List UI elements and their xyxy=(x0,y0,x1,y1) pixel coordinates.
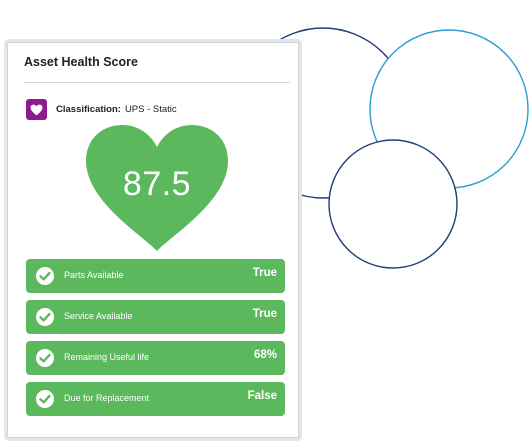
metric-value: False xyxy=(247,390,277,402)
metric-service-available: Service Available True xyxy=(26,300,285,334)
divider xyxy=(24,82,290,83)
check-circle-icon xyxy=(36,308,54,326)
health-score-value: 87.5 xyxy=(122,165,192,203)
metric-remaining-useful-life: Remaining Useful life 68% xyxy=(26,341,285,375)
check-circle-icon xyxy=(36,349,54,367)
card-title: Asset Health Score xyxy=(24,55,138,69)
heart-badge-icon xyxy=(26,99,47,120)
health-score-heart: 87.5 xyxy=(84,123,230,253)
classification-value: UPS - Static xyxy=(124,104,177,115)
circle-dark-bottom xyxy=(328,139,458,269)
check-circle-icon xyxy=(36,267,54,285)
check-circle-icon xyxy=(36,390,54,408)
metric-value: True xyxy=(252,267,277,279)
metric-label: Due for Replacement xyxy=(64,393,150,403)
metric-label: Remaining Useful life xyxy=(64,352,150,362)
asset-health-card: Asset Health Score Classification: UPS -… xyxy=(7,42,299,438)
metric-label: Parts Available xyxy=(64,270,124,280)
metric-value: True xyxy=(252,308,277,320)
metric-label: Service Available xyxy=(64,311,133,321)
metric-due-for-replacement: Due for Replacement False xyxy=(26,382,285,416)
metric-value: 68% xyxy=(253,349,277,361)
classification-row: Classification: UPS - Static xyxy=(26,99,177,120)
metric-parts-available: Parts Available True xyxy=(26,259,285,293)
stage: Asset Health Score Classification: UPS -… xyxy=(0,0,532,443)
classification-label: Classification: xyxy=(56,104,121,115)
